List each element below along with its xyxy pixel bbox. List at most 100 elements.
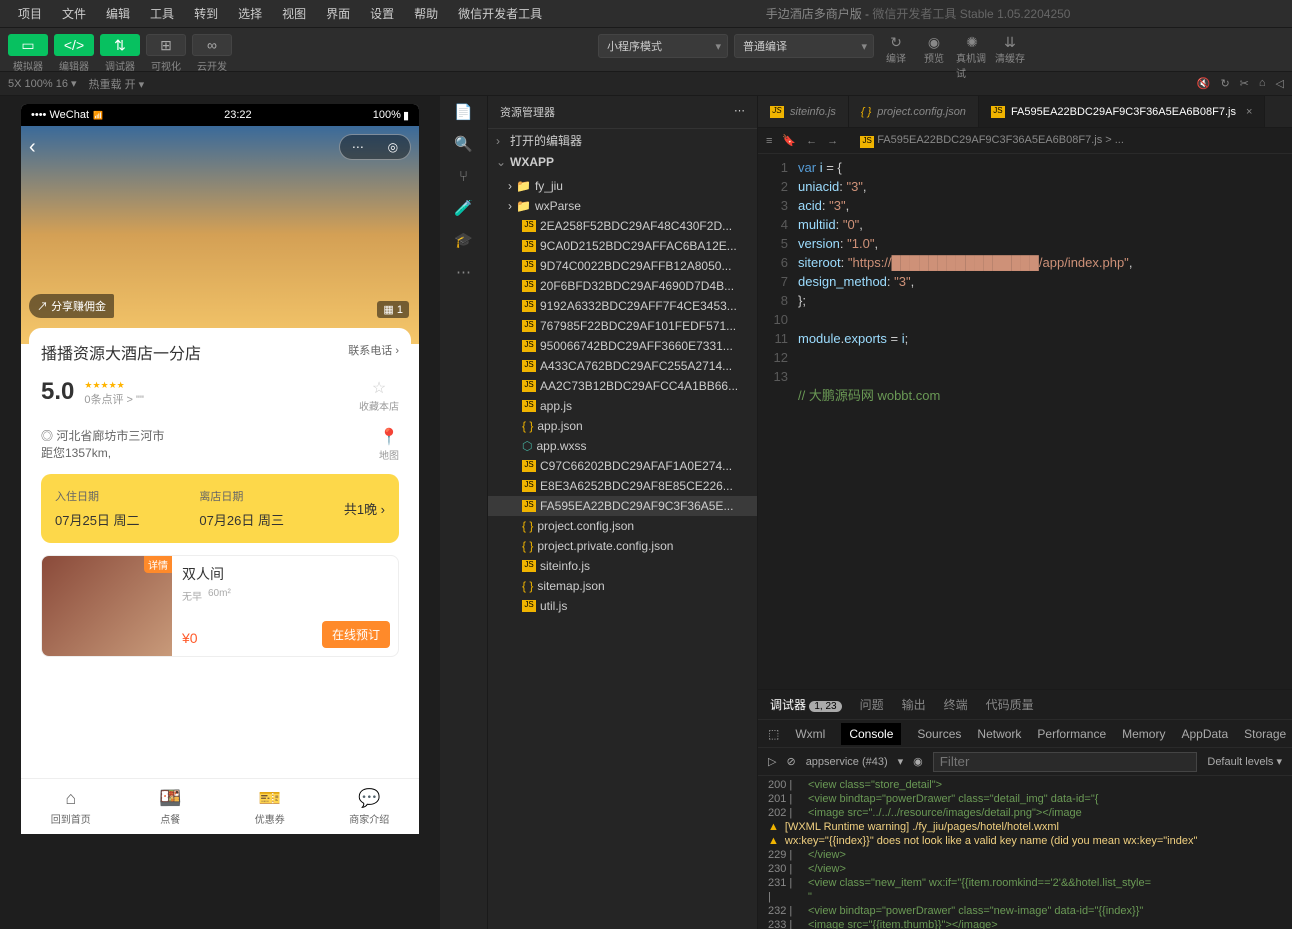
devtools-memory[interactable]: Memory bbox=[1122, 727, 1165, 741]
file-row[interactable]: JS util.js bbox=[488, 596, 757, 616]
code-editor[interactable]: 1234567810111213 var i = { uniacid: "3",… bbox=[758, 154, 1292, 689]
console-context[interactable]: appservice (#43) bbox=[806, 756, 888, 768]
devtools-network[interactable]: Network bbox=[977, 727, 1021, 741]
book-button[interactable]: 在线预订 bbox=[322, 621, 390, 648]
home-icon[interactable]: ⌂ bbox=[1259, 77, 1266, 90]
file-row[interactable]: JS A433CA762BDC29AFC255A2714... bbox=[488, 356, 757, 376]
explorer-more-icon[interactable]: ⋯ bbox=[734, 104, 745, 120]
menu-edit[interactable]: 编辑 bbox=[96, 1, 140, 26]
menu-project[interactable]: 项目 bbox=[8, 1, 52, 26]
file-row[interactable]: ›📁 wxParse bbox=[488, 196, 757, 216]
menu-file[interactable]: 文件 bbox=[52, 1, 96, 26]
debug-tab-problems[interactable]: 问题 bbox=[860, 696, 884, 713]
share-button[interactable]: ↗ 分享赚佣金 bbox=[29, 294, 114, 318]
console-clear-icon[interactable]: ⊘ bbox=[786, 755, 795, 768]
cloud-button[interactable]: ∞云开发 bbox=[192, 34, 232, 73]
hot-reload-toggle[interactable]: 热重载 开 ▾ bbox=[89, 76, 145, 92]
file-row[interactable]: JS E8E3A6252BDC29AF8E85CE226... bbox=[488, 476, 757, 496]
console-run-icon[interactable]: ▷ bbox=[768, 755, 776, 768]
menu-settings[interactable]: 设置 bbox=[360, 1, 404, 26]
root-folder[interactable]: ⌄WXAPP bbox=[488, 152, 757, 172]
console-eye-icon[interactable]: ◉ bbox=[913, 755, 923, 768]
date-picker[interactable]: 入住日期07月25日 周二 离店日期07月26日 周三 共1晚 › bbox=[41, 474, 399, 543]
device-select[interactable]: 5X 100% 16 ▾ bbox=[8, 77, 77, 90]
menu-wxdevtools[interactable]: 微信开发者工具 bbox=[448, 1, 552, 26]
tab-active-file[interactable]: JSFA595EA22BDC29AF9C3F36A5EA6B08F7.js× bbox=[979, 96, 1265, 127]
pic-count-label[interactable]: ▦ 1 bbox=[377, 301, 409, 318]
file-row[interactable]: { } app.json bbox=[488, 416, 757, 436]
settings-icon[interactable]: ≡ bbox=[766, 135, 772, 147]
file-row[interactable]: JS 9192A6332BDC29AFF7F4CE3453... bbox=[488, 296, 757, 316]
menu-tools[interactable]: 工具 bbox=[140, 1, 184, 26]
mortar-icon[interactable]: 🎓 bbox=[454, 230, 474, 250]
cut-icon[interactable]: ✂ bbox=[1240, 77, 1249, 90]
tab-about[interactable]: 💬商家介绍 bbox=[320, 779, 420, 834]
tab-project-config[interactable]: { }project.config.json bbox=[849, 96, 979, 127]
menu-view[interactable]: 视图 bbox=[272, 1, 316, 26]
devtools-appdata[interactable]: AppData bbox=[1181, 727, 1228, 741]
devtools-performance[interactable]: Performance bbox=[1037, 727, 1106, 741]
wx-capsule[interactable]: ⋯◎ bbox=[339, 134, 411, 160]
rotate-icon[interactable]: ↻ bbox=[1220, 77, 1229, 90]
room-item[interactable]: 详情 双人间 无早60m² ¥0 在线预订 bbox=[41, 555, 399, 657]
debug-tab-output[interactable]: 输出 bbox=[902, 696, 926, 713]
devtools-storage[interactable]: Storage bbox=[1244, 727, 1286, 741]
devtools-sources[interactable]: Sources bbox=[917, 727, 961, 741]
file-row[interactable]: { } sitemap.json bbox=[488, 576, 757, 596]
back-icon[interactable]: ‹ bbox=[29, 136, 36, 159]
opened-editors-section[interactable]: ›打开的编辑器 bbox=[488, 129, 757, 152]
debug-tab-debugger[interactable]: 调试器 1, 23 bbox=[770, 696, 842, 713]
file-row[interactable]: JS 767985F22BDC29AF101FEDF571... bbox=[488, 316, 757, 336]
compile-dropdown[interactable]: 普通编译 bbox=[734, 34, 874, 58]
menu-select[interactable]: 选择 bbox=[228, 1, 272, 26]
file-row[interactable]: JS 9D74C0022BDC29AFFB12A8050... bbox=[488, 256, 757, 276]
reviews-link[interactable]: 0条点评 > bbox=[84, 394, 133, 406]
flask-icon[interactable]: 🧪 bbox=[454, 198, 474, 218]
files-icon[interactable]: 📄 bbox=[454, 102, 474, 122]
menu-interface[interactable]: 界面 bbox=[316, 1, 360, 26]
console-filter-input[interactable] bbox=[933, 752, 1198, 772]
file-row[interactable]: JS 20F6BFD32BDC29AF4690D7D4B... bbox=[488, 276, 757, 296]
clear-cache-button[interactable]: ⇊清缓存 bbox=[994, 34, 1026, 58]
menu-help[interactable]: 帮助 bbox=[404, 1, 448, 26]
devtools-console[interactable]: Console bbox=[841, 723, 901, 745]
simulator-button[interactable]: ▭模拟器 bbox=[8, 34, 48, 73]
file-row[interactable]: JS C97C66202BDC29AFAF1A0E274... bbox=[488, 456, 757, 476]
mute-icon[interactable]: 🔇 bbox=[1197, 77, 1211, 90]
console-levels[interactable]: Default levels ▾ bbox=[1207, 755, 1282, 768]
file-row[interactable]: ›📁 fy_jiu bbox=[488, 176, 757, 196]
tab-food[interactable]: 🍱点餐 bbox=[121, 779, 221, 834]
nav-back-icon[interactable]: ← bbox=[806, 135, 817, 147]
menu-goto[interactable]: 转到 bbox=[184, 1, 228, 26]
debugger-button[interactable]: ⇅调试器 bbox=[100, 34, 140, 73]
preview-button[interactable]: ◉预览 bbox=[918, 34, 950, 58]
visual-button[interactable]: ⊞可视化 bbox=[146, 34, 186, 73]
search-icon[interactable]: 🔍 bbox=[454, 134, 474, 154]
bookmark-icon[interactable]: 🔖 bbox=[782, 134, 796, 147]
debug-tab-terminal[interactable]: 终端 bbox=[944, 696, 968, 713]
file-row[interactable]: ⬡ app.wxss bbox=[488, 436, 757, 456]
file-row[interactable]: JS AA2C73B12BDC29AFCC4A1BB66... bbox=[488, 376, 757, 396]
editor-button[interactable]: </>编辑器 bbox=[54, 34, 94, 73]
devtools-select-icon[interactable]: ⬚ bbox=[768, 727, 779, 741]
favorite-button[interactable]: ☆收藏本店 bbox=[359, 378, 399, 413]
file-row[interactable]: { } project.private.config.json bbox=[488, 536, 757, 556]
mode-dropdown[interactable]: 小程序模式 bbox=[598, 34, 728, 58]
back-icon[interactable]: ◁ bbox=[1276, 77, 1284, 90]
file-row[interactable]: JS 9CA0D2152BDC29AFFAC6BA12E... bbox=[488, 236, 757, 256]
remote-debug-button[interactable]: ✺真机调试 bbox=[956, 34, 988, 58]
git-icon[interactable]: ⑂ bbox=[454, 166, 474, 186]
map-button[interactable]: 📍地图 bbox=[379, 427, 399, 462]
file-row[interactable]: JS siteinfo.js bbox=[488, 556, 757, 576]
nav-fwd-icon[interactable]: → bbox=[827, 135, 838, 147]
tab-home[interactable]: ⌂回到首页 bbox=[21, 779, 121, 834]
more-icon[interactable]: ⋯ bbox=[454, 262, 474, 282]
tab-coupon[interactable]: 🎫优惠券 bbox=[220, 779, 320, 834]
file-row[interactable]: JS app.js bbox=[488, 396, 757, 416]
file-row[interactable]: JS 950066742BDC29AFF3660E7331... bbox=[488, 336, 757, 356]
compile-button[interactable]: ↻编译 bbox=[880, 34, 912, 58]
file-row[interactable]: JS 2EA258F52BDC29AF48C430F2D... bbox=[488, 216, 757, 236]
tab-siteinfo[interactable]: JSsiteinfo.js bbox=[758, 96, 849, 127]
file-row[interactable]: { } project.config.json bbox=[488, 516, 757, 536]
devtools-wxml[interactable]: Wxml bbox=[795, 727, 825, 741]
